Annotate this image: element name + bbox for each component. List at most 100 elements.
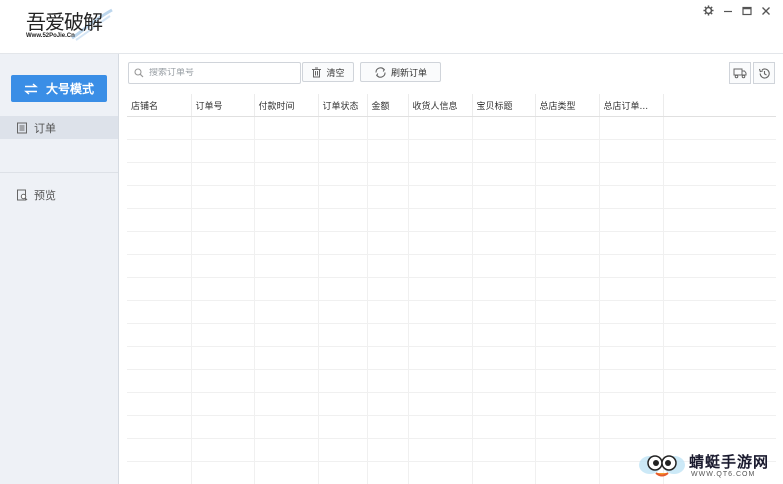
table-cell [254,369,319,393]
table-cell [472,116,536,140]
table-row[interactable] [127,162,776,186]
table-cell [318,231,368,255]
table-cell [472,185,536,209]
table-cell [535,162,600,186]
table-row[interactable] [127,116,776,140]
table-row[interactable] [127,300,776,324]
table-cell [254,438,319,462]
table-cell [472,346,536,370]
clear-label: 清空 [326,68,345,79]
search-input[interactable] [149,68,289,78]
table-row[interactable] [127,323,776,347]
table-row[interactable] [127,185,776,209]
table-cell [127,208,192,232]
table-cell [472,369,536,393]
table-cell [472,277,536,301]
table-cell [127,346,192,370]
table-cell [191,231,255,255]
table-cell [408,392,473,416]
table-cell [535,346,600,370]
table-cell [472,461,536,484]
table-cell [318,185,368,209]
switch-arrows-icon [24,82,38,95]
table-cell [472,415,536,439]
table-row[interactable] [127,208,776,232]
table-cell [318,369,368,393]
table-row[interactable] [127,346,776,370]
close-icon[interactable] [758,3,773,18]
table-cell [367,162,409,186]
delivery-button[interactable] [729,62,751,84]
table-cell [408,139,473,163]
truck-icon [733,68,747,79]
big-mode-button[interactable]: 大号模式 [11,75,107,102]
trash-icon [312,67,322,77]
table-cell [663,116,776,140]
sidebar-item-orders[interactable]: 订单 [0,116,118,139]
table-cell [254,185,319,209]
refresh-orders-button[interactable]: 刷新订单 [360,62,441,82]
table-cell [472,208,536,232]
table-cell [254,254,319,278]
column-header-store-order[interactable]: 总店订单... [599,94,664,117]
sidebar-item-preview[interactable]: 预览 [0,183,118,206]
table-cell [408,208,473,232]
column-header-store-type[interactable]: 总店类型 [535,94,600,117]
table-row[interactable] [127,231,776,255]
table-cell [599,415,664,439]
table-cell [599,277,664,301]
table-cell [535,139,600,163]
column-header-amount[interactable]: 金额 [367,94,409,117]
table-row[interactable] [127,415,776,439]
minimize-icon[interactable] [720,3,735,18]
column-header-order-no[interactable]: 订单号 [191,94,255,117]
table-row[interactable] [127,277,776,301]
history-button[interactable] [753,62,775,84]
sidebar-item-label: 预览 [34,188,56,202]
column-header-receiver-info[interactable]: 收货人信息 [408,94,473,117]
clear-button[interactable]: 清空 [302,62,354,82]
table-cell [367,300,409,324]
preview-icon [17,189,28,200]
table-row[interactable] [127,254,776,278]
table-cell [127,231,192,255]
table-cell [535,208,600,232]
table-cell [127,323,192,347]
table-cell [599,139,664,163]
table-cell [127,162,192,186]
table-cell [599,231,664,255]
table-cell [254,277,319,301]
table-cell [663,231,776,255]
table-row[interactable] [127,139,776,163]
table-cell [254,346,319,370]
window-controls [701,3,773,18]
table-row[interactable] [127,392,776,416]
column-header-order-status[interactable]: 订单状态 [318,94,368,117]
maximize-icon[interactable] [739,3,754,18]
search-box [128,62,301,84]
search-icon [134,68,144,78]
table-cell [318,323,368,347]
table-cell [318,116,368,140]
table-cell [535,277,600,301]
table-cell [535,185,600,209]
table-cell [318,415,368,439]
table-cell [599,369,664,393]
table-cell [191,139,255,163]
table-row[interactable] [127,369,776,393]
table-cell [408,438,473,462]
table-cell [599,300,664,324]
table-cell [127,415,192,439]
table-cell [599,116,664,140]
table-cell [254,231,319,255]
column-header-pay-time[interactable]: 付款时间 [254,94,319,117]
dragonfly-mascot-icon [639,455,685,477]
table-cell [663,185,776,209]
table-cell [408,346,473,370]
table-cell [663,323,776,347]
sidebar: 大号模式 订单 预览 [0,54,119,484]
column-header-shop-name[interactable]: 店铺名 [127,94,192,117]
column-header-item-title[interactable]: 宝贝标题 [472,94,536,117]
table-cell [318,162,368,186]
gear-icon[interactable] [701,3,716,18]
